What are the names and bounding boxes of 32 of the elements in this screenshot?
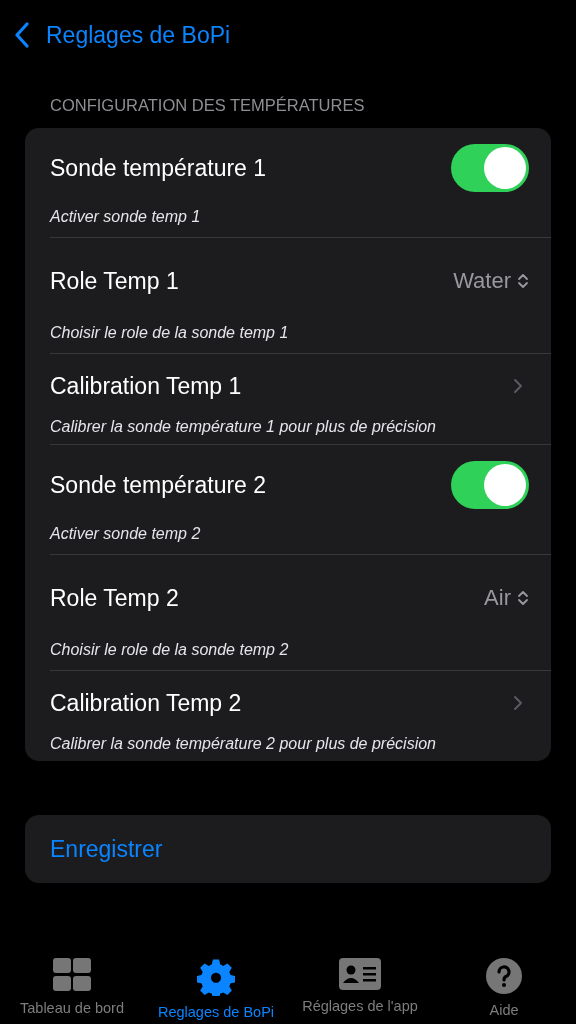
- grid-icon: [52, 958, 92, 992]
- chevron-icon[interactable]: [513, 695, 523, 711]
- row-subtitle: Calibrer la sonde température 1 pour plus de précision: [50, 418, 437, 436]
- row-title: Role Temp 1: [50, 267, 179, 295]
- row-title: Calibration Temp 2: [50, 689, 242, 717]
- back-button[interactable]: Reglages de BoPi: [14, 21, 231, 49]
- row-subtitle: Activer sonde temp 1: [50, 208, 202, 226]
- row-subtitle: Activer sonde temp 2: [50, 525, 202, 543]
- tab-item[interactable]: Aide: [432, 940, 576, 1024]
- up-down-chevron-icon: [517, 589, 529, 607]
- tab-item[interactable]: Reglages de BoPi: [144, 940, 288, 1024]
- chevron-icon[interactable]: [513, 378, 523, 394]
- help-icon: [486, 958, 522, 994]
- picker-button[interactable]: Water: [453, 268, 529, 294]
- section-header: CONFIGURATION DES TEMPÉRATURES: [50, 96, 366, 116]
- save-button[interactable]: Enregistrer: [25, 815, 551, 883]
- row-subtitle: Choisir le role de la sonde temp 1: [50, 324, 290, 342]
- tab-item[interactable]: Réglages de l'app: [288, 940, 432, 1024]
- toggle-switch[interactable]: [451, 461, 529, 509]
- row-title: Role Temp 2: [50, 584, 179, 612]
- up-down-chevron-icon: [517, 272, 529, 290]
- row-title: Sonde température 2: [50, 471, 267, 499]
- tab-item[interactable]: Tableau de bord: [0, 940, 144, 1024]
- contact-card-icon: [339, 958, 381, 990]
- row-title: Sonde température 1: [50, 154, 267, 182]
- picker-button[interactable]: Air: [484, 585, 529, 611]
- row-subtitle: Calibrer la sonde température 2 pour plus de précision: [50, 735, 437, 753]
- row-subtitle: Choisir le role de la sonde temp 2: [50, 641, 290, 659]
- back-chevron-icon: [14, 22, 30, 48]
- toggle-switch[interactable]: [451, 144, 529, 192]
- row-title: Calibration Temp 1: [50, 372, 242, 400]
- settings-icon: [197, 958, 235, 996]
